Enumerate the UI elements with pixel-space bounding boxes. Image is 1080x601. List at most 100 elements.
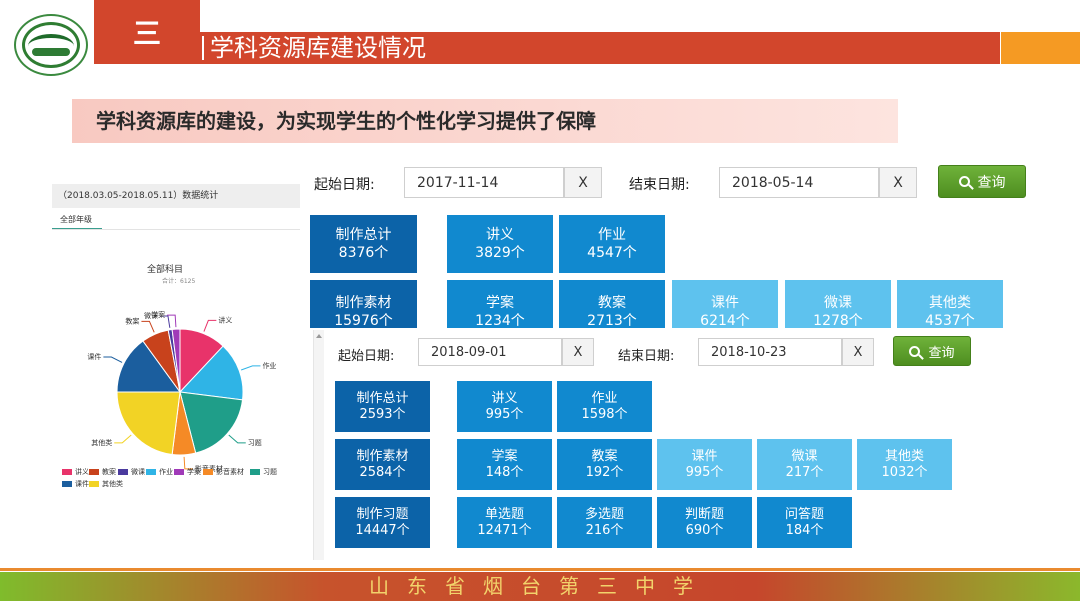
pie-slice[interactable]: [116, 391, 181, 456]
slice-label-line: [114, 434, 132, 444]
clear-end-date-button[interactable]: X: [842, 338, 874, 366]
tile-value: 184个: [785, 522, 824, 538]
query-button[interactable]: 查询: [893, 336, 971, 366]
scrollbar[interactable]: [314, 330, 324, 560]
tile-value: 2713个: [587, 313, 637, 328]
tile-label: 制作总计: [335, 227, 392, 243]
legend-swatch: [62, 481, 72, 487]
tile-micro-lesson[interactable]: 微课 217个: [757, 439, 852, 490]
tile-true-false[interactable]: 判断题 690个: [657, 497, 752, 548]
tile-label: 判断题: [684, 506, 724, 522]
tile-other[interactable]: 其他类 4537个: [897, 280, 1003, 328]
slice-label: 课件: [87, 352, 101, 361]
tile-single-choice[interactable]: 单选题 12471个: [457, 497, 552, 548]
tile-handout[interactable]: 讲义 3829个: [447, 215, 553, 273]
tile-value: 15976个: [334, 313, 393, 328]
accent-bar: [1001, 32, 1080, 64]
legend-label: 影音素材: [216, 468, 244, 476]
tile-lesson-plan[interactable]: 教案 2713个: [559, 280, 665, 328]
legend-label: 课件: [75, 480, 89, 488]
stats-panel: （2018.03.05-2018.05.11）数据统计 全部年级 全部科目 合计…: [52, 178, 300, 538]
legend-swatch: [203, 469, 213, 475]
tile-label: 制作素材: [356, 448, 409, 464]
legend-item[interactable]: 讲义: [62, 467, 89, 477]
tile-handout[interactable]: 讲义 995个: [457, 381, 552, 432]
tile-multiple-choice[interactable]: 多选题 216个: [557, 497, 652, 548]
tile-label: 教案: [591, 448, 618, 464]
tile-value: 217个: [785, 464, 824, 480]
tile-value: 995个: [485, 406, 524, 422]
clear-end-date-button[interactable]: X: [879, 167, 917, 198]
tile-study-plan[interactable]: 学案 1234个: [447, 280, 553, 328]
start-date-input[interactable]: 2017-11-14: [404, 167, 564, 198]
clear-start-date-button[interactable]: X: [564, 167, 602, 198]
tile-homework[interactable]: 作业 4547个: [559, 215, 665, 273]
tile-materials[interactable]: 制作素材 15976个: [310, 280, 417, 328]
legend-swatch: [89, 469, 99, 475]
footer-divider: [0, 568, 1080, 571]
logo-wave: [32, 48, 70, 56]
tile-value: 148个: [485, 464, 524, 480]
subtitle-banner: 学科资源库的建设，为实现学生的个性化学习提供了保障: [72, 99, 898, 143]
legend-item[interactable]: 教案: [89, 467, 116, 477]
start-date-input[interactable]: 2018-09-01: [418, 338, 562, 366]
tile-exercises[interactable]: 制作习题 14447个: [335, 497, 430, 548]
slice-label: 其他类: [91, 438, 112, 447]
slice-label-line: [141, 320, 155, 333]
tile-total[interactable]: 制作总计 2593个: [335, 381, 430, 432]
tile-label: 制作习题: [356, 506, 409, 522]
tile-total[interactable]: 制作总计 8376个: [310, 215, 417, 273]
tile-value: 8376个: [338, 245, 389, 261]
legend-item[interactable]: 习题: [250, 467, 277, 477]
legend-swatch: [62, 469, 72, 475]
tile-value: 216个: [585, 522, 624, 538]
tile-label: 微课: [791, 448, 818, 464]
tile-value: 1032个: [881, 464, 928, 480]
clear-start-date-button[interactable]: X: [562, 338, 594, 366]
tile-label: 教案: [598, 295, 626, 311]
tile-label: 微课: [824, 295, 852, 311]
slice-label: 习题: [248, 439, 262, 447]
tile-courseware[interactable]: 课件 995个: [657, 439, 752, 490]
legend-swatch: [89, 481, 99, 487]
page-subtitle: 学科资源库的建设，为实现学生的个性化学习提供了保障: [96, 109, 596, 133]
school-name: 山东省烟台第三中学: [369, 574, 711, 598]
legend-item[interactable]: 影音素材: [203, 467, 244, 477]
tile-courseware[interactable]: 课件 6214个: [672, 280, 778, 328]
tile-label: 制作素材: [335, 295, 392, 311]
slice-label-line: [228, 434, 246, 444]
legend-item[interactable]: 作业: [146, 467, 173, 477]
query-button[interactable]: 查询: [938, 165, 1026, 198]
end-date-label: 结束日期:: [618, 349, 675, 364]
legend-item[interactable]: 其他类: [89, 479, 123, 489]
search-icon: [909, 345, 921, 357]
query-button-label: 查询: [928, 345, 955, 361]
start-date-label: 起始日期:: [338, 349, 395, 364]
legend-item[interactable]: 微课: [118, 467, 145, 477]
legend-label: 学案: [187, 468, 201, 476]
tile-short-answer[interactable]: 问答题 184个: [757, 497, 852, 548]
tile-lesson-plan[interactable]: 教案 192个: [557, 439, 652, 490]
legend-swatch: [118, 469, 128, 475]
slice-label: 教案: [125, 316, 139, 325]
tile-other[interactable]: 其他类 1032个: [857, 439, 952, 490]
legend-swatch: [146, 469, 156, 475]
legend-item[interactable]: 学案: [174, 467, 201, 477]
legend-label: 微课: [131, 468, 145, 476]
tile-materials[interactable]: 制作素材 2584个: [335, 439, 430, 490]
tile-study-plan[interactable]: 学案 148个: [457, 439, 552, 490]
legend-item[interactable]: 课件: [62, 479, 89, 489]
tile-value: 1278个: [813, 313, 863, 328]
end-date-label: 结束日期:: [629, 177, 690, 193]
legend-label: 习题: [263, 468, 277, 476]
start-date-label: 起始日期:: [314, 177, 375, 193]
tile-homework[interactable]: 作业 1598个: [557, 381, 652, 432]
tile-value: 690个: [685, 522, 724, 538]
end-date-input[interactable]: 2018-10-23: [698, 338, 842, 366]
tile-micro-lesson[interactable]: 微课 1278个: [785, 280, 891, 328]
tile-value: 192个: [585, 464, 624, 480]
end-date-input[interactable]: 2018-05-14: [719, 167, 879, 198]
tile-label: 其他类: [884, 448, 924, 464]
tile-value: 1234个: [475, 313, 525, 328]
tile-value: 2593个: [359, 406, 406, 422]
